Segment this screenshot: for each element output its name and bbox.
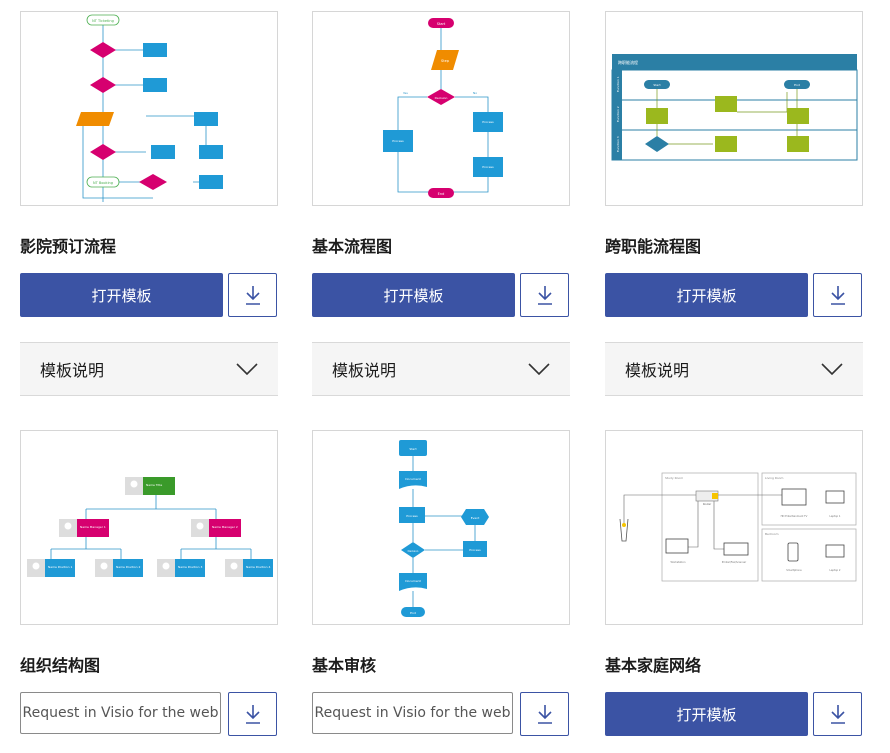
download-icon — [830, 286, 845, 305]
basic-process-label: Process — [392, 139, 404, 143]
crossfunc-start: Start — [653, 83, 661, 87]
thumbnail-basic-flowchart[interactable]: Start Step Decision Yes No Process Proce… — [312, 11, 570, 206]
device-label: Printer/Fax/Scanner — [722, 560, 747, 564]
cross-functional-preview: 跨职能流程 Function 1 Function 2 Function 3 S… — [611, 54, 858, 161]
template-title: 跨职能流程图 — [605, 237, 702, 256]
basic-process-label: Process — [482, 165, 494, 169]
basic-step-label: Step — [441, 59, 450, 63]
thumbnail-cinema[interactable]: NT Ticketing NT Booking — [20, 11, 278, 206]
org-report-label: Name Position 2 — [116, 565, 140, 569]
org-chart-preview: Name Title Name Manager 1 Name Manager 2… — [27, 477, 273, 577]
room-label: Bedroom — [765, 532, 779, 536]
template-description-toggle[interactable]: 模板说明 — [312, 342, 570, 396]
download-button[interactable] — [228, 273, 277, 317]
description-label: 模板说明 — [625, 361, 690, 380]
home-network-preview: Study Room Living Room Bedroom Router Wo… — [619, 472, 857, 582]
download-icon — [830, 705, 845, 724]
download-button[interactable] — [813, 273, 862, 317]
download-button[interactable] — [228, 692, 277, 736]
download-icon — [537, 705, 552, 724]
open-template-button[interactable]: 打开模板 — [20, 273, 223, 317]
audit-process-label: Process — [406, 514, 418, 518]
router-label: Router — [703, 502, 712, 506]
device-label: Workstation — [671, 560, 686, 564]
audit-document-label: Document — [405, 477, 421, 481]
crossfunc-title: 跨职能流程 — [618, 59, 638, 65]
audit-document-label: Document — [405, 579, 421, 583]
template-title: 基本审核 — [312, 656, 377, 675]
device-label: Laptop 1 — [830, 514, 841, 518]
download-button[interactable] — [520, 692, 569, 736]
basic-start-label: Start — [437, 22, 446, 26]
description-label: 模板说明 — [332, 361, 397, 380]
download-button[interactable] — [813, 692, 862, 736]
basic-yes-label: Yes — [403, 91, 408, 95]
device-label: Laptop 2 — [830, 568, 841, 572]
org-manager-label: Name Manager 2 — [212, 525, 238, 529]
description-label: 模板说明 — [40, 361, 105, 380]
lane-label: Function 1 — [616, 76, 620, 92]
org-top-label: Name Title — [146, 483, 162, 487]
basic-process-label: Process — [482, 120, 494, 124]
thumbnail-home-network[interactable]: Study Room Living Room Bedroom Router Wo… — [605, 430, 863, 625]
thumbnail-basic-audit[interactable]: Start Document Process Event Decision Pr… — [312, 430, 570, 625]
cinema-end-label: NT Booking — [93, 181, 113, 185]
cinema-start-label: NT Ticketing — [92, 19, 114, 23]
template-title: 组织结构图 — [20, 656, 101, 675]
audit-start-label: Start — [409, 447, 417, 451]
basic-decision-label: Decision — [435, 96, 448, 100]
org-manager-label: Name Manager 1 — [80, 525, 106, 529]
download-button[interactable] — [520, 273, 569, 317]
template-description-toggle[interactable]: 模板说明 — [20, 342, 278, 396]
audit-process-label: Process — [469, 548, 481, 552]
audit-decision-label: Decision — [408, 549, 419, 553]
basic-end-label: End — [438, 192, 445, 196]
chevron-down-icon — [821, 363, 843, 375]
download-icon — [245, 705, 260, 724]
room-label: Study Room — [665, 476, 683, 480]
device-label: HD Entertainment TV — [781, 514, 808, 518]
org-report-label: Name Position 3 — [178, 565, 202, 569]
crossfunc-end: End — [794, 83, 800, 87]
download-icon — [537, 286, 552, 305]
lane-label: Function 2 — [616, 106, 620, 122]
open-template-button[interactable]: 打开模板 — [605, 273, 808, 317]
audit-event-label: Event — [471, 516, 480, 520]
template-title: 基本流程图 — [312, 237, 393, 256]
open-template-button[interactable]: 打开模板 — [605, 692, 808, 736]
template-title: 基本家庭网络 — [605, 656, 702, 675]
open-template-button[interactable]: 打开模板 — [312, 273, 515, 317]
basic-no-label: No — [473, 91, 477, 95]
template-description-toggle[interactable]: 模板说明 — [605, 342, 863, 396]
thumbnail-cross-functional[interactable]: 跨职能流程 Function 1 Function 2 Function 3 S… — [605, 11, 863, 206]
org-report-label: Name Position 1 — [48, 565, 72, 569]
org-report-label: Name Position 4 — [246, 565, 270, 569]
download-icon — [245, 286, 260, 305]
template-gallery: NT Ticketing NT Booking 影院预订流程 打开模板 模板说明… — [0, 0, 890, 753]
chevron-down-icon — [236, 363, 258, 375]
device-label: Smartphone — [786, 568, 802, 572]
room-label: Living Room — [765, 476, 783, 480]
basic-audit-preview: Start Document Process Event Decision Pr… — [399, 440, 489, 617]
lane-label: Function 3 — [616, 136, 620, 152]
template-title: 影院预订流程 — [20, 237, 117, 256]
audit-end-label: End — [410, 611, 416, 615]
request-in-visio-button[interactable]: Request in Visio for the web — [20, 692, 221, 734]
chevron-down-icon — [528, 363, 550, 375]
cinema-flowchart-preview: NT Ticketing NT Booking — [76, 14, 223, 202]
basic-flowchart-preview: Start Step Decision Yes No Process Proce… — [383, 18, 503, 198]
request-in-visio-button[interactable]: Request in Visio for the web — [312, 692, 513, 734]
thumbnail-org-chart[interactable]: Name Title Name Manager 1 Name Manager 2… — [20, 430, 278, 625]
